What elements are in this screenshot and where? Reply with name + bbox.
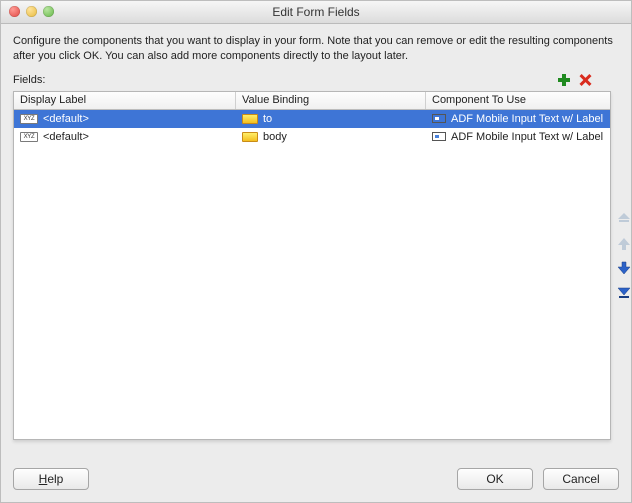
- move-bottom-button[interactable]: [615, 283, 632, 301]
- table-body: XYZ <default> to ADF Mobile Input Text w/ L…: [14, 110, 610, 439]
- binding-icon: [242, 114, 258, 124]
- arrow-down-icon: [617, 261, 631, 275]
- cell-text: ADF Mobile Input Text w/ Label: [451, 131, 603, 143]
- description-text: Configure the components that you want t…: [1, 24, 631, 68]
- binding-icon: [242, 132, 258, 142]
- th-display-label[interactable]: Display Label: [14, 92, 236, 109]
- close-icon[interactable]: [9, 6, 20, 17]
- move-down-button[interactable]: [615, 259, 632, 277]
- cell-text: <default>: [43, 113, 89, 125]
- cell-component: ADF Mobile Input Text w/ Label: [426, 128, 610, 146]
- footer: Help OK Cancel: [1, 458, 631, 502]
- xyz-icon: XYZ: [20, 114, 38, 124]
- cell-value-binding: to: [236, 110, 426, 128]
- component-icon: [432, 132, 446, 141]
- fields-toolbar: [555, 72, 593, 89]
- reorder-controls: [615, 91, 632, 440]
- zoom-icon[interactable]: [43, 6, 54, 17]
- add-field-button[interactable]: [555, 72, 572, 89]
- cell-text: to: [263, 113, 272, 125]
- table-row[interactable]: XYZ <default> body ADF Mobile Input Text w/…: [14, 128, 610, 146]
- help-label: Help: [39, 472, 64, 486]
- table-row[interactable]: XYZ <default> to ADF Mobile Input Text w/ L…: [14, 110, 610, 128]
- plus-icon: [557, 73, 571, 87]
- cell-value-binding: body: [236, 128, 426, 146]
- arrow-up-icon: [617, 237, 631, 251]
- move-top-button[interactable]: [615, 211, 632, 229]
- delete-icon: [578, 73, 592, 87]
- window-title: Edit Form Fields: [1, 5, 631, 19]
- cell-display-label: XYZ <default>: [14, 110, 236, 128]
- th-value-binding[interactable]: Value Binding: [236, 92, 426, 109]
- minimize-icon[interactable]: [26, 6, 37, 17]
- cell-text: body: [263, 131, 287, 143]
- fields-row: Fields:: [1, 68, 631, 91]
- cell-component: ADF Mobile Input Text w/ Label: [426, 110, 610, 128]
- titlebar: Edit Form Fields: [1, 1, 631, 24]
- cell-display-label: XYZ <default>: [14, 128, 236, 146]
- dialog-window: Edit Form Fields Configure the component…: [0, 0, 632, 503]
- component-icon: [432, 114, 446, 123]
- th-component[interactable]: Component To Use: [426, 92, 610, 109]
- move-up-button[interactable]: [615, 235, 632, 253]
- help-button[interactable]: Help: [13, 468, 89, 490]
- fields-label: Fields:: [13, 74, 45, 86]
- xyz-icon: XYZ: [20, 132, 38, 142]
- cancel-button[interactable]: Cancel: [543, 468, 619, 490]
- ok-button[interactable]: OK: [457, 468, 533, 490]
- table-header: Display Label Value Binding Component To…: [14, 92, 610, 110]
- cell-text: <default>: [43, 131, 89, 143]
- double-arrow-down-icon: [617, 285, 631, 299]
- remove-field-button[interactable]: [576, 72, 593, 89]
- fields-table: Display Label Value Binding Component To…: [13, 91, 611, 440]
- double-arrow-up-icon: [617, 213, 631, 227]
- window-controls: [9, 6, 54, 17]
- cell-text: ADF Mobile Input Text w/ Label: [451, 113, 603, 125]
